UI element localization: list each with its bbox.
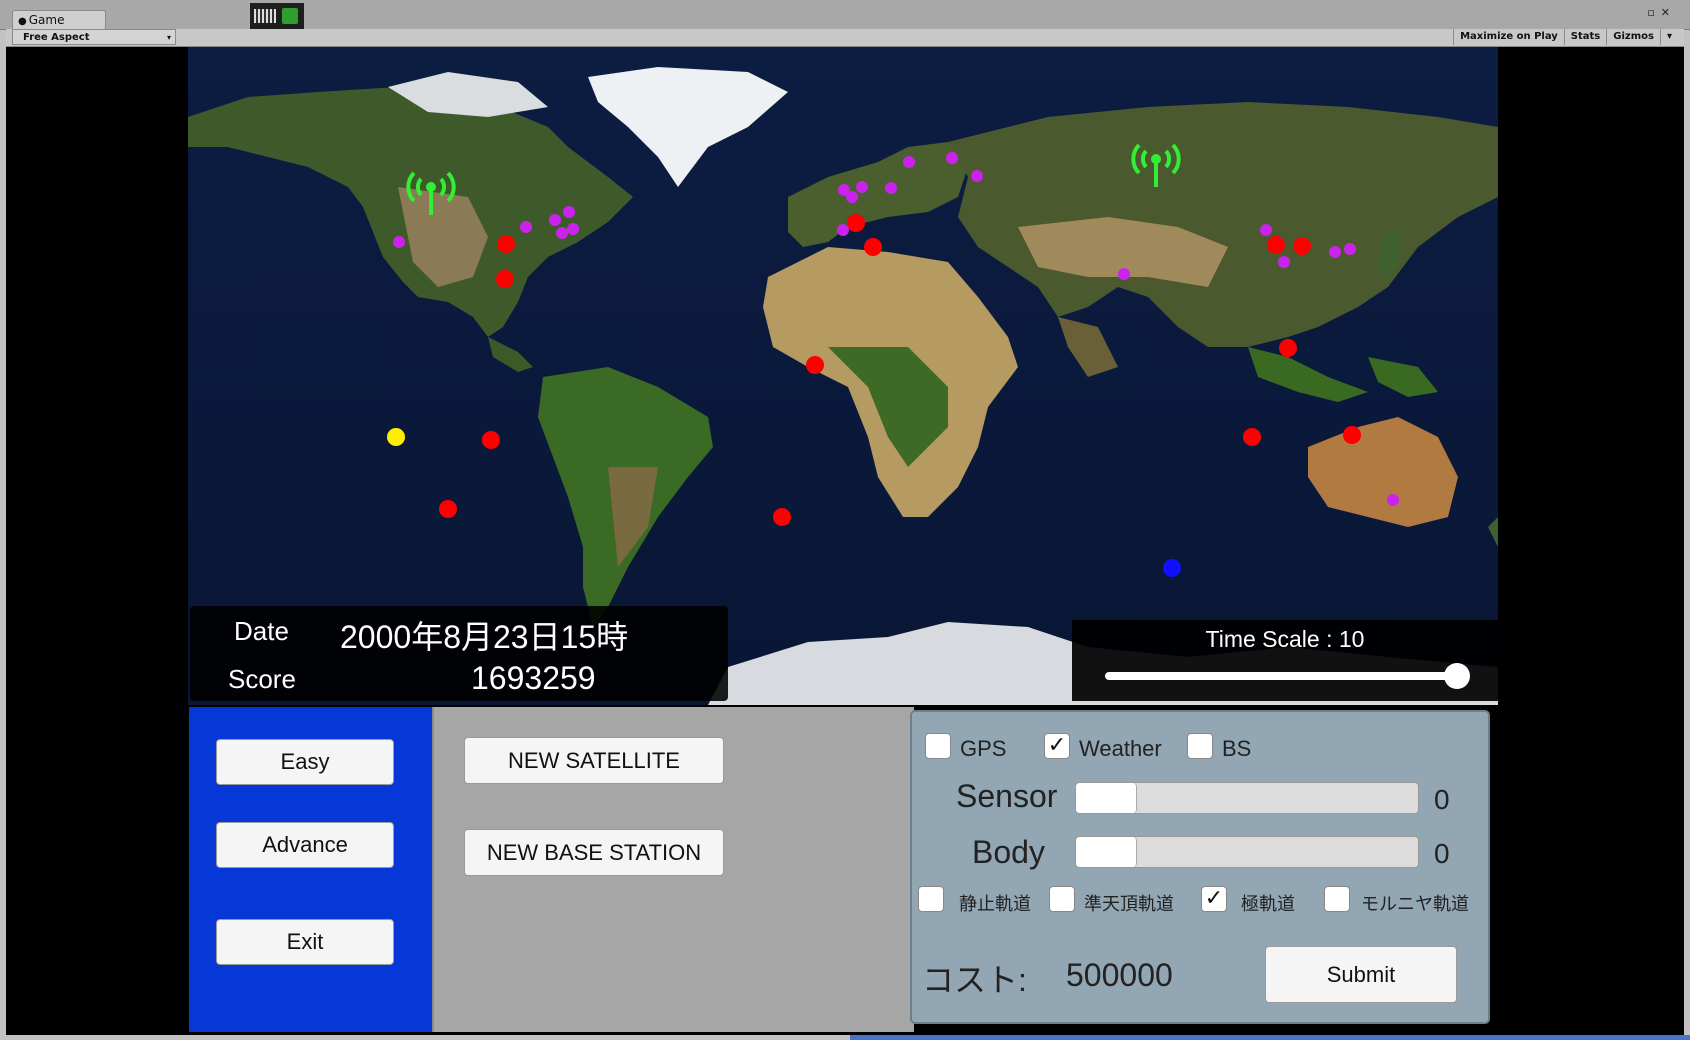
quasi-zenith-orbit-checkbox[interactable] xyxy=(1049,886,1075,912)
submit-button[interactable]: Submit xyxy=(1265,946,1457,1003)
difficulty-panel: Easy Advance Exit xyxy=(189,707,432,1032)
time-scale-slider[interactable] xyxy=(1105,672,1457,680)
geostationary-orbit-label: 静止軌道 xyxy=(959,894,1031,914)
satellite-config-panel: GPS ✓ Weather BS Sensor 0 Body 0 静止軌道 準天… xyxy=(910,710,1490,1024)
editor-icons xyxy=(250,3,304,29)
scroll-strip xyxy=(850,1035,1690,1040)
action-panel: NEW SATELLITE NEW BASE STATION xyxy=(432,707,914,1032)
editor-tab-bar: ● Game ▫✕ xyxy=(0,0,1690,30)
molniya-orbit-checkbox[interactable] xyxy=(1324,886,1350,912)
refresh-icon xyxy=(282,8,298,24)
stats-button[interactable]: Stats xyxy=(1563,29,1606,45)
bs-label: BS xyxy=(1222,736,1252,761)
time-scale-slider-knob[interactable] xyxy=(1444,663,1470,689)
polar-orbit-checkbox[interactable]: ✓ xyxy=(1201,886,1227,912)
date-value: 2000年8月23日15時 xyxy=(340,619,629,655)
body-label: Body xyxy=(972,834,1045,870)
sensor-slider-knob[interactable] xyxy=(1076,783,1137,813)
cost-label: コスト: xyxy=(922,962,1027,998)
gps-label: GPS xyxy=(960,736,1007,761)
easy-button[interactable]: Easy xyxy=(216,739,394,785)
gizmos-dropdown-icon[interactable]: ▾ xyxy=(1659,29,1678,45)
tab-game-label: Game xyxy=(28,13,65,27)
selected-marker xyxy=(387,428,405,446)
sensor-value: 0 xyxy=(1434,784,1450,815)
time-scale-panel: Time Scale : 10 xyxy=(1072,620,1498,701)
molniya-orbit-label: モルニヤ軌道 xyxy=(1361,894,1469,914)
advance-button[interactable]: Advance xyxy=(216,822,394,868)
exit-button[interactable]: Exit xyxy=(216,919,394,965)
time-scale-label: Time Scale : 10 xyxy=(1205,626,1365,652)
geostationary-orbit-checkbox[interactable] xyxy=(918,886,944,912)
gps-checkbox[interactable] xyxy=(925,733,951,759)
new-base-station-button[interactable]: NEW BASE STATION xyxy=(464,829,724,876)
score-label: Score xyxy=(228,664,296,694)
quasi-zenith-orbit-label: 準天頂軌道 xyxy=(1084,894,1174,914)
weather-label: Weather xyxy=(1079,736,1162,761)
cost-value: 500000 xyxy=(1066,957,1173,993)
tab-game[interactable]: ● Game xyxy=(12,10,106,30)
body-value: 0 xyxy=(1434,838,1450,869)
aspect-label: Free Aspect xyxy=(23,32,90,43)
date-label: Date xyxy=(234,616,289,646)
game-toolbar: Free Aspect ▾ Maximize on Play Stats Giz… xyxy=(6,29,1684,47)
status-panel: Date 2000年8月23日15時 Score 1693259 xyxy=(190,606,728,701)
bs-checkbox[interactable] xyxy=(1187,733,1213,759)
score-value: 1693259 xyxy=(471,660,596,696)
gizmos-button[interactable]: Gizmos xyxy=(1606,29,1660,45)
sensor-slider[interactable] xyxy=(1075,782,1419,814)
polar-orbit-label: 極軌道 xyxy=(1241,894,1295,914)
body-slider-knob[interactable] xyxy=(1076,837,1137,867)
game-view-icon: ● xyxy=(18,16,27,27)
film-icon xyxy=(254,9,276,23)
sensor-label: Sensor xyxy=(956,778,1058,814)
maximize-on-play-button[interactable]: Maximize on Play xyxy=(1453,29,1564,45)
dropdown-arrow-icon: ▾ xyxy=(166,33,171,42)
weather-checkbox[interactable]: ✓ xyxy=(1044,733,1070,759)
aspect-dropdown[interactable]: Free Aspect ▾ xyxy=(12,29,176,45)
new-satellite-button[interactable]: NEW SATELLITE xyxy=(464,737,724,784)
window-controls[interactable]: ▫✕ xyxy=(1647,6,1676,19)
body-slider[interactable] xyxy=(1075,836,1419,868)
satellite-marker xyxy=(1163,559,1181,577)
